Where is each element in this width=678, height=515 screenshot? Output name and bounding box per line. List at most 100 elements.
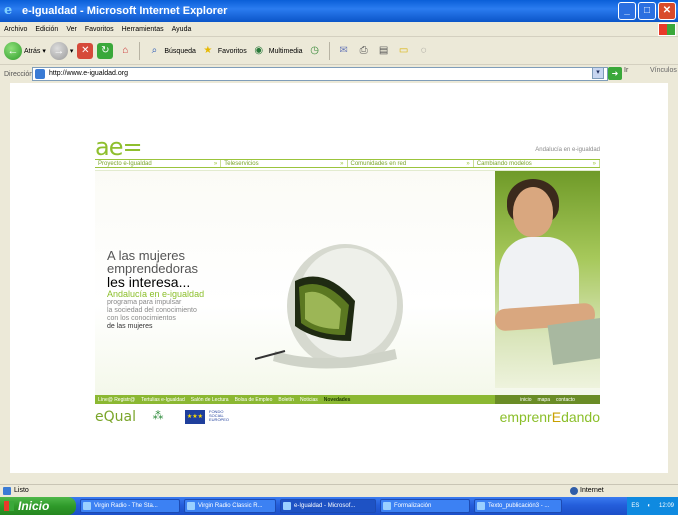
favorites-button[interactable]: ★ Favoritos xyxy=(200,43,247,59)
forward-button[interactable]: → ▾ xyxy=(49,42,74,60)
nav-comunidades[interactable]: Comunidades en red xyxy=(348,160,474,168)
hero-line-3: les interesa... xyxy=(107,274,191,290)
hero-line-7: con los conocimientos xyxy=(107,315,176,322)
menu-favoritos[interactable]: Favoritos xyxy=(85,22,114,36)
bn-salon-lectura[interactable]: Salón de Lectura xyxy=(191,397,229,403)
link-mapa[interactable]: mapa xyxy=(537,397,550,403)
address-input[interactable]: http://www.e-igualdad.org xyxy=(32,67,608,81)
search-label: Búsqueda xyxy=(164,47,196,55)
stop-icon[interactable]: ✕ xyxy=(77,43,94,59)
hero-line-5: programa para impulsar xyxy=(107,299,182,306)
task-texto-publicacion[interactable]: Texto_publicación3 - ... xyxy=(474,499,562,513)
nav-proyecto[interactable]: Proyecto e-Igualdad xyxy=(95,160,222,168)
hero-text: A las mujeres emprendedoras les interesa… xyxy=(107,249,204,331)
refresh-icon[interactable]: ↻ xyxy=(97,43,114,59)
menu-archivo[interactable]: Archivo xyxy=(4,22,27,36)
task-virgin-radio[interactable]: Virgin Radio - The Sta... xyxy=(80,499,180,513)
junta-andalucia-logo[interactable]: ⁂ xyxy=(140,409,176,427)
address-url: http://www.e-igualdad.org xyxy=(49,70,128,77)
bottom-nav: Líne@ Registr@ Tertulias e-Igualdad Saló… xyxy=(95,395,600,404)
nav-cambiando[interactable]: Cambiando modelos xyxy=(474,160,600,168)
menu-ayuda[interactable]: Ayuda xyxy=(172,22,192,36)
back-label: Atrás xyxy=(24,47,41,55)
links-label[interactable]: Vínculos xyxy=(650,67,677,74)
site-logo[interactable]: ae= xyxy=(95,135,143,159)
task-formalizacion[interactable]: Formalización xyxy=(380,499,470,513)
taskbar: Inicio Virgin Radio - The Sta... Virgin … xyxy=(0,497,678,515)
site-container: ae= Andalucía en e-igualdad Proyecto e-I… xyxy=(95,135,600,425)
web-page: ae= Andalucía en e-igualdad Proyecto e-I… xyxy=(10,83,668,473)
star-icon: ★ xyxy=(203,45,213,56)
maximize-button[interactable]: □ xyxy=(638,2,656,20)
system-tray: ES ◐ 12:09 xyxy=(627,497,678,515)
footer-logos: eQual ⁂ ★★★ FONDO SOCIAL EUROPEO emprenr… xyxy=(95,407,600,429)
link-inicio[interactable]: inicio xyxy=(520,397,531,403)
address-label: Dirección xyxy=(4,70,34,78)
equal-logo[interactable]: eQual xyxy=(95,409,136,425)
hero-line-6: la sociedad del conocimiento xyxy=(107,307,197,314)
tray-icon[interactable]: ◐ xyxy=(647,503,651,509)
back-button[interactable]: ← Atrás ▾ xyxy=(4,42,46,60)
forward-arrow-icon: → xyxy=(49,42,68,60)
media-label: Multimedia xyxy=(268,47,303,55)
computer-illustration xyxy=(255,244,403,369)
chevron-down-icon: ▾ xyxy=(42,48,46,55)
go-label[interactable]: Ir xyxy=(624,67,628,74)
address-dropdown-icon[interactable]: ▾ xyxy=(592,67,604,79)
folder-icon[interactable]: ▭ xyxy=(396,43,412,59)
windows-logo-icon xyxy=(658,23,676,36)
bn-bolsa-empleo[interactable]: Bolsa de Empleo xyxy=(235,397,273,403)
close-button[interactable]: ✕ xyxy=(658,2,676,20)
print-icon[interactable]: ⎙ xyxy=(356,43,372,59)
woman-photo xyxy=(495,171,600,388)
site-nav: Proyecto e-Igualdad Teleservicios Comuni… xyxy=(95,159,600,168)
favorites-label: Favoritos xyxy=(217,47,247,55)
home-icon[interactable]: ⌂ xyxy=(117,43,133,59)
ie-logo-icon: e xyxy=(4,3,13,18)
menu-edicion[interactable]: Edición xyxy=(35,22,58,36)
bn-novedades[interactable]: Novedades xyxy=(324,397,351,403)
window-title: e-Igualdad - Microsoft Internet Explorer xyxy=(22,5,228,17)
edit-icon[interactable]: ▤ xyxy=(376,43,392,59)
title-bar: e e-Igualdad - Microsoft Internet Explor… xyxy=(0,0,678,22)
task-e-igualdad[interactable]: e-Igualdad - Microsof... xyxy=(280,499,376,513)
search-icon: ⌕ xyxy=(151,45,158,56)
fondo-social-europeo-text: FONDO SOCIAL EUROPEO xyxy=(209,409,230,422)
bn-noticias[interactable]: Noticias xyxy=(300,397,318,403)
zone-label: Internet xyxy=(580,487,604,494)
menu-ver[interactable]: Ver xyxy=(66,22,77,36)
hero-line-8: de las mujeres xyxy=(107,323,153,330)
bn-boletin[interactable]: Boletín xyxy=(278,397,294,403)
media-button[interactable]: ◉ Multimedia xyxy=(251,43,303,59)
emprenredando-logo[interactable]: emprenrEdando xyxy=(500,409,600,425)
windows-logo-icon xyxy=(4,501,14,511)
search-button[interactable]: ⌕ Búsqueda xyxy=(146,43,196,59)
mail-icon[interactable]: ✉ xyxy=(336,43,352,59)
menu-bar: Archivo Edición Ver Favoritos Herramient… xyxy=(0,22,678,37)
security-zone: Internet xyxy=(570,485,604,497)
messenger-icon[interactable]: ◌ xyxy=(416,43,432,59)
back-arrow-icon: ← xyxy=(4,42,22,60)
history-icon[interactable]: ◷ xyxy=(307,43,323,59)
eu-flag-icon[interactable]: ★★★ xyxy=(185,410,205,424)
page-icon xyxy=(35,69,45,79)
globe-icon xyxy=(570,487,578,495)
bn-tertulias[interactable]: Tertulias e-Igualdad xyxy=(141,397,185,403)
status-bar: Listo Internet xyxy=(0,484,678,496)
chevron-down-icon: ▾ xyxy=(69,48,74,55)
language-indicator[interactable]: ES xyxy=(631,503,639,509)
menu-herramientas[interactable]: Herramientas xyxy=(122,22,164,36)
task-virgin-radio-classic[interactable]: Virgin Radio Classic R... xyxy=(184,499,276,513)
clock: 12:09 xyxy=(658,503,674,509)
minimize-button[interactable]: _ xyxy=(618,2,636,20)
link-contacto[interactable]: contacto xyxy=(556,397,575,403)
nav-teleservicios[interactable]: Teleservicios xyxy=(221,160,348,168)
go-button[interactable]: ➜ xyxy=(608,67,622,80)
bn-linea-registro[interactable]: Líne@ Registr@ xyxy=(98,397,135,403)
start-button[interactable]: Inicio xyxy=(0,497,76,515)
site-tagline: Andalucía en e-igualdad xyxy=(535,147,600,153)
page-status-icon xyxy=(3,487,11,495)
utility-nav: inicio mapa contacto xyxy=(495,395,600,404)
status-text: Listo xyxy=(14,487,29,494)
browser-window: e e-Igualdad - Microsoft Internet Explor… xyxy=(0,0,678,515)
